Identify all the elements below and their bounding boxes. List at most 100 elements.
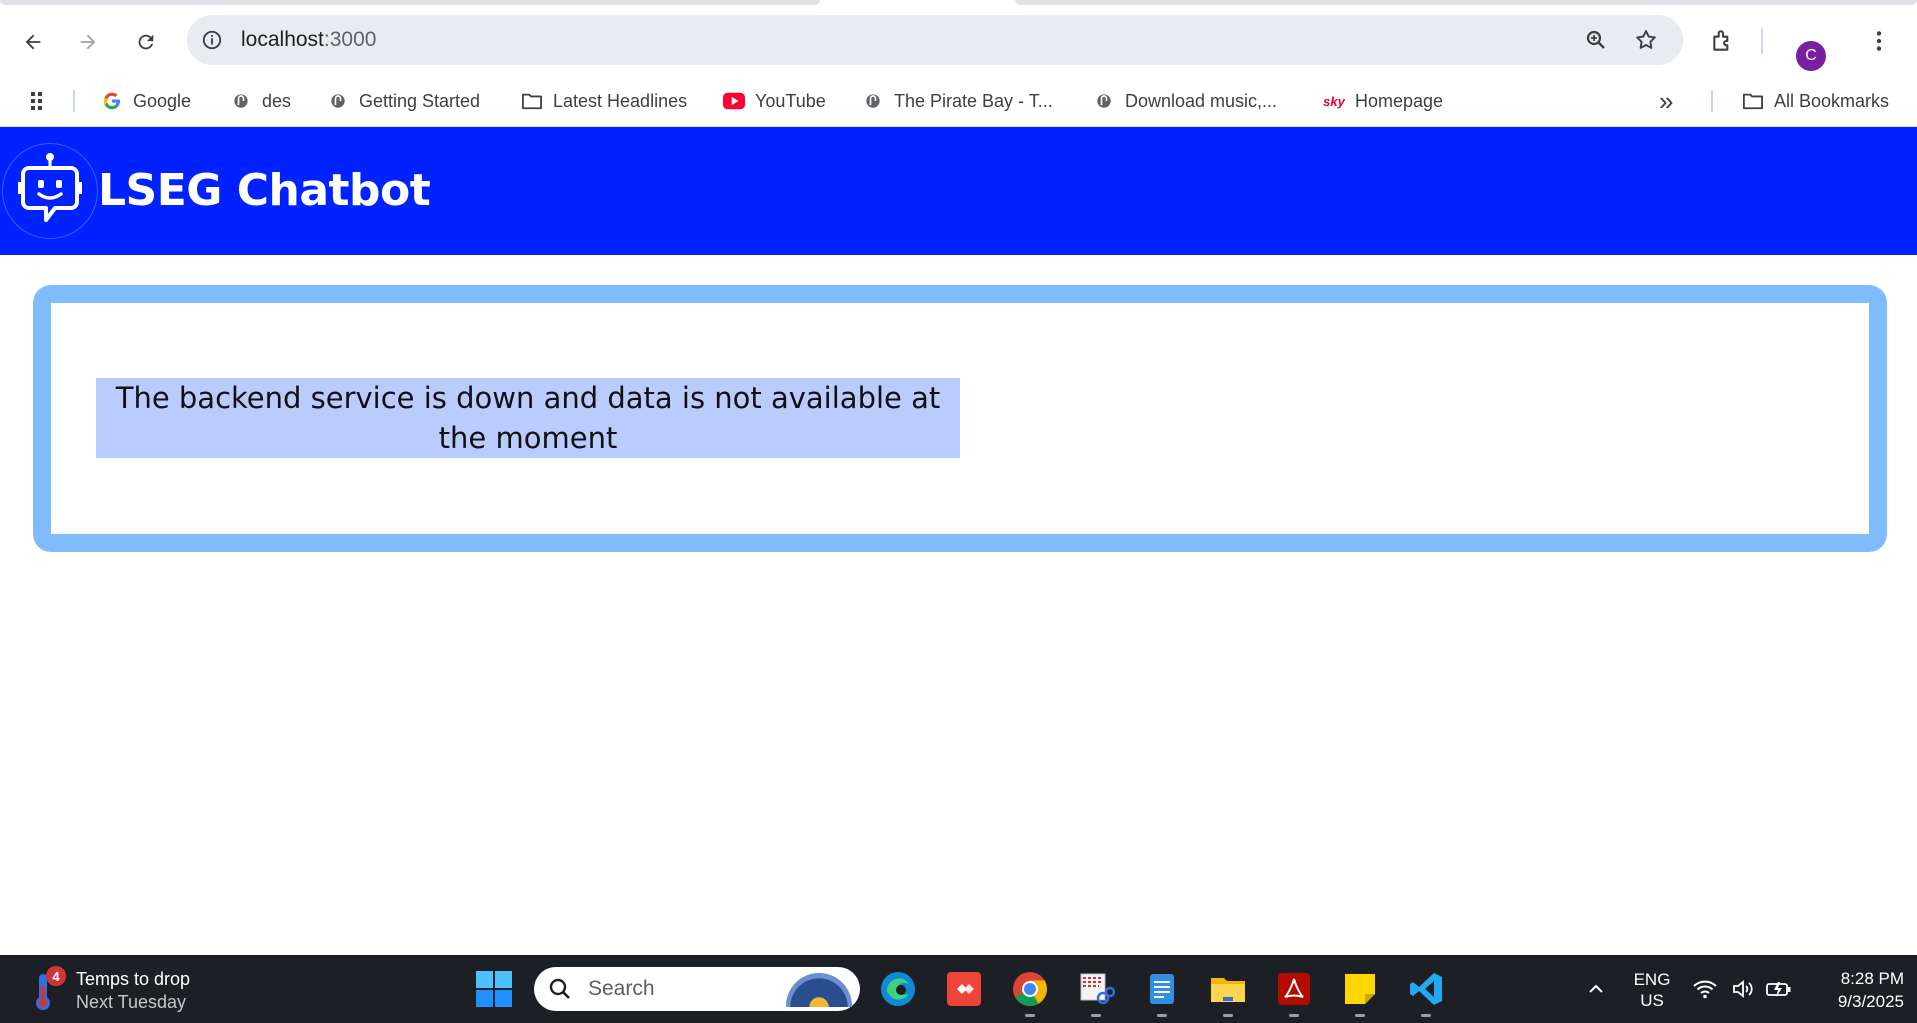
battery-charging-icon [1766, 982, 1791, 997]
arrow-right-icon [80, 34, 96, 50]
weather-widget[interactable]: 4 Temps to drop Next Tuesday [26, 966, 246, 1014]
forward-button[interactable] [70, 24, 106, 60]
reload-button[interactable] [128, 24, 164, 60]
profile-avatar[interactable]: C [1796, 41, 1826, 71]
robot-logo-icon [2, 143, 98, 239]
notepad-icon [1150, 974, 1174, 1004]
url-host: localhost [241, 28, 324, 51]
language-indicator[interactable]: ENG US [1632, 969, 1672, 1011]
folder-icon [1742, 90, 1764, 112]
site-info-icon[interactable] [199, 27, 225, 53]
notepad-app[interactable] [1140, 967, 1184, 1017]
chrome-icon [1013, 972, 1047, 1006]
running-indicator [1355, 1014, 1365, 1017]
edge-app[interactable] [876, 967, 920, 1011]
back-button[interactable] [15, 24, 51, 60]
folder-icon [521, 90, 543, 112]
sky-icon: sky [1323, 93, 1345, 109]
volume-status[interactable] [1726, 967, 1760, 1011]
bookmarks-bar: Google des Getting Started Latest Headli… [0, 76, 1917, 127]
vscode-icon [1410, 973, 1442, 1005]
clock-date: 9/3/2025 [1837, 992, 1904, 1011]
zoom-icon[interactable] [1583, 27, 1609, 53]
reload-icon [138, 34, 154, 50]
edge-icon [881, 972, 915, 1006]
language-code: ENG [1633, 970, 1671, 989]
folder-icon [1211, 978, 1245, 1002]
site-icon [327, 90, 349, 112]
clock-time: 8:28 PM [1840, 969, 1904, 988]
search-highlight-image [786, 973, 852, 1007]
error-message: The backend service is down and data is … [96, 378, 960, 458]
apps-button[interactable] [28, 86, 50, 116]
sticky-notes-icon [1345, 974, 1375, 1004]
taskbar-search[interactable]: Search [534, 967, 860, 1011]
battery-status[interactable] [1762, 967, 1796, 1011]
bookmark-star-icon[interactable] [1633, 27, 1659, 53]
taskbar: 4 Temps to drop Next Tuesday Search ENG … [0, 955, 1917, 1023]
bookmark-pirate-bay[interactable]: The Pirate Bay - T... [862, 86, 1053, 116]
chevron-up-icon [1589, 984, 1603, 993]
running-indicator [1289, 1014, 1299, 1017]
snipping-tool-app[interactable] [1074, 967, 1118, 1017]
notification-badge: 4 [46, 966, 66, 986]
tab-strip-segment [1015, 0, 1917, 5]
wifi-status[interactable] [1688, 967, 1722, 1011]
bookmarks-divider [73, 90, 75, 112]
file-explorer-app[interactable] [1206, 967, 1250, 1017]
sticky-notes-app[interactable] [1338, 967, 1382, 1017]
chrome-app[interactable] [1008, 967, 1052, 1017]
system-clock[interactable]: 8:28 PM 9/3/2025 [1814, 967, 1904, 1013]
running-indicator [1421, 1014, 1431, 1017]
bookmark-latest-headlines[interactable]: Latest Headlines [521, 86, 687, 116]
vscode-app[interactable] [1404, 967, 1448, 1017]
search-icon [549, 978, 570, 999]
site-icon [1093, 90, 1115, 112]
bookmark-label: des [262, 90, 292, 111]
all-bookmarks-label: All Bookmarks [1774, 90, 1890, 111]
bookmark-label: Homepage [1355, 90, 1444, 111]
youtube-icon [723, 90, 745, 112]
url-text[interactable]: localhost:3000 [241, 27, 376, 53]
bookmark-des[interactable]: des [230, 86, 291, 116]
page-title: LSEG Chatbot [98, 165, 431, 216]
bookmark-label: YouTube [755, 90, 826, 111]
more-bookmarks-button[interactable]: » [1659, 86, 1673, 116]
bookmark-download-music[interactable]: Download music,... [1093, 86, 1277, 116]
bookmark-homepage[interactable]: sky Homepage [1323, 86, 1443, 116]
address-bar[interactable]: localhost:3000 [187, 15, 1683, 65]
bookmark-label: Download music,... [1125, 90, 1278, 111]
all-bookmarks-button[interactable]: All Bookmarks [1742, 86, 1889, 116]
acrobat-app[interactable] [1272, 967, 1316, 1017]
arrow-left-icon [25, 34, 41, 50]
speaker-icon [1733, 980, 1753, 998]
running-indicator [1025, 1014, 1035, 1017]
apps-grid-icon [28, 90, 50, 112]
search-placeholder: Search [588, 977, 655, 1000]
bookmark-label: Getting Started [359, 90, 481, 111]
extensions-icon[interactable] [1706, 24, 1740, 58]
tab-strip-segment [0, 0, 820, 5]
bookmark-label: Latest Headlines [553, 90, 688, 111]
wifi-icon [1693, 980, 1717, 999]
anydesk-icon [947, 972, 981, 1006]
bookmarks-divider [1711, 90, 1713, 112]
bookmark-getting-started[interactable]: Getting Started [327, 86, 480, 116]
weather-subtitle: Next Tuesday [76, 992, 187, 1012]
app-header: LSEG Chatbot [0, 127, 1917, 255]
running-indicator [1223, 1014, 1233, 1017]
show-hidden-icons-button[interactable] [1574, 967, 1618, 1011]
toolbar-divider [1761, 28, 1763, 54]
acrobat-icon [1278, 973, 1310, 1005]
anydesk-app[interactable] [942, 967, 986, 1011]
running-indicator [1157, 1014, 1167, 1017]
bookmark-google[interactable]: Google [101, 86, 191, 116]
bookmark-youtube[interactable]: YouTube [723, 86, 826, 116]
browser-toolbar: localhost:3000 C [0, 6, 1917, 76]
start-button[interactable] [476, 971, 512, 1007]
kebab-menu-icon[interactable] [1862, 24, 1896, 58]
url-port: :3000 [323, 28, 377, 51]
site-icon [862, 90, 884, 112]
region-code: US [1640, 991, 1664, 1010]
snipping-tool-icon [1080, 973, 1115, 1005]
